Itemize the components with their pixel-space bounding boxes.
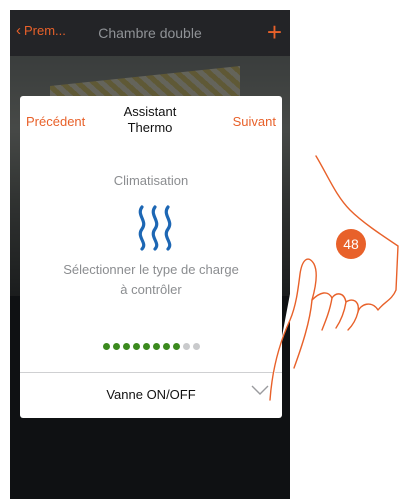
load-type-select[interactable]: Vanne ON/OFF <box>20 373 282 418</box>
progress-dot <box>192 343 200 350</box>
instruction-line2: à contrôler <box>120 282 182 297</box>
progress-dot <box>152 343 160 350</box>
progress-dot <box>102 343 110 350</box>
selected-value: Vanne ON/OFF <box>106 387 196 402</box>
mode-label: Climatisation <box>113 173 189 188</box>
progress-dots <box>20 343 282 350</box>
progress-dot <box>132 343 140 350</box>
instruction-text: Sélectionner le type de charge à contrôl… <box>40 260 262 300</box>
add-icon[interactable]: + <box>267 19 282 45</box>
progress-dot <box>122 343 130 350</box>
wizard-dialog: Précédent Assistant Thermo Suivant Clima… <box>20 96 282 418</box>
progress-dot <box>182 343 190 350</box>
dialog-title-line2: Thermo <box>127 120 173 135</box>
pointing-hand-illustration <box>269 155 399 401</box>
instruction-line1: Sélectionner le type de charge <box>63 262 239 277</box>
phone-screen: ‹ Prem... Chambre double + Précédent Ass… <box>10 10 290 499</box>
previous-button[interactable]: Précédent <box>26 114 85 129</box>
progress-dot <box>172 343 180 350</box>
progress-dot <box>142 343 150 350</box>
progress-dot <box>112 343 120 350</box>
next-button[interactable]: Suivant <box>233 114 276 129</box>
nav-bar: ‹ Prem... Chambre double + <box>10 10 290 56</box>
dialog-title: Assistant Thermo <box>100 104 200 136</box>
heating-icon <box>138 205 172 251</box>
dialog-title-line1: Assistant <box>123 104 177 119</box>
progress-dot <box>162 343 170 350</box>
step-badge: 48 <box>336 229 366 259</box>
page-title: Chambre double <box>98 25 202 41</box>
